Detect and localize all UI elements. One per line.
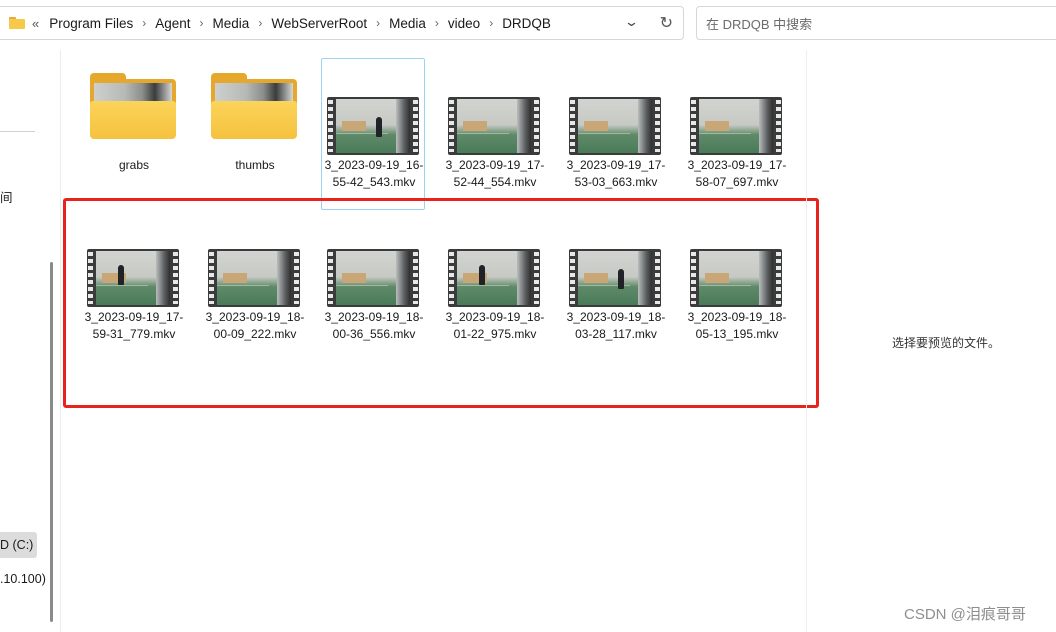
video-file-item[interactable]: 3_2023-09-19_18-05-13_195.mkv [684,210,788,362]
folder-item-grabs[interactable]: grabs [81,58,185,210]
folder-icon [211,71,297,139]
video-file-icon [690,97,782,155]
chevron-right-icon[interactable]: › [371,16,385,30]
video-file-item[interactable]: 3_2023-09-19_18-03-28_117.mkv [563,210,667,362]
video-file-icon [690,249,782,307]
folder-icon [90,71,176,139]
navigation-pane: 间 D (C:) .10.100) [0,50,61,632]
file-name: 3_2023-09-19_18-03-28_117.mkv [566,310,666,341]
nav-item[interactable]: 间 [0,187,13,206]
chevron-right-icon[interactable]: › [253,16,267,30]
watermark: CSDN @泪痕哥哥 [904,606,1026,623]
video-file-item[interactable]: 3_2023-09-19_16-55-42_543.mkv [321,58,425,210]
video-file-icon [327,97,419,155]
preview-message: 选择要预览的文件。 [892,336,1001,350]
divider [0,131,35,132]
toolbar: « Program Files › Agent › Media › WebSer… [0,0,1056,46]
nav-item-network[interactable]: .10.100) [0,572,46,586]
file-name: thumbs [235,158,275,172]
file-name: 3_2023-09-19_18-05-13_195.mkv [687,310,787,341]
file-name: 3_2023-09-19_17-52-44_554.mkv [445,158,545,189]
video-file-icon [327,249,419,307]
file-name: 3_2023-09-19_16-55-42_543.mkv [324,158,424,189]
breadcrumb: Program Files › Agent › Media › WebServe… [45,16,555,31]
video-file-item[interactable]: 3_2023-09-19_18-00-09_222.mkv [202,210,306,362]
chevron-down-icon[interactable]: ⌄ [624,14,639,30]
breadcrumb-item[interactable]: Media [385,16,430,31]
video-file-icon [87,249,179,307]
video-file-item[interactable]: 3_2023-09-19_17-59-31_779.mkv [81,210,185,362]
file-name: 3_2023-09-19_17-53-03_663.mkv [566,158,666,189]
address-bar[interactable]: « Program Files › Agent › Media › WebSer… [0,6,684,40]
video-file-item[interactable]: 3_2023-09-19_18-00-36_556.mkv [321,210,425,362]
chevron-right-icon[interactable]: › [137,16,151,30]
video-file-item[interactable]: 3_2023-09-19_18-01-22_975.mkv [442,210,546,362]
scrollbar[interactable] [50,262,53,622]
video-file-icon [208,249,300,307]
breadcrumb-item[interactable]: Program Files [45,16,137,31]
nav-item-c-drive[interactable]: D (C:) [0,532,38,558]
file-name: 3_2023-09-19_18-01-22_975.mkv [445,310,545,341]
file-explorer-window: « Program Files › Agent › Media › WebSer… [0,0,1056,632]
video-file-icon [448,249,540,307]
breadcrumb-item-current[interactable]: DRDQB [498,16,555,31]
video-file-icon [448,97,540,155]
search-box[interactable]: 在 DRDQB 中搜索 [696,6,1056,40]
breadcrumb-item[interactable]: WebServerRoot [267,16,371,31]
file-name: 3_2023-09-19_17-58-07_697.mkv [687,158,787,189]
file-name: grabs [118,158,150,172]
refresh-icon[interactable]: ↻ [660,13,673,33]
file-name: 3_2023-09-19_17-59-31_779.mkv [84,310,184,341]
breadcrumb-item[interactable]: video [444,16,484,31]
chevron-right-icon[interactable]: › [484,16,498,30]
search-input[interactable]: 在 DRDQB 中搜索 [706,14,812,33]
breadcrumb-item[interactable]: Agent [151,16,194,31]
breadcrumb-overflow-button[interactable]: « [32,16,39,31]
folder-item-thumbs[interactable]: thumbs [202,58,306,210]
video-file-item[interactable]: 3_2023-09-19_17-53-03_663.mkv [563,58,667,210]
file-name: 3_2023-09-19_18-00-36_556.mkv [324,310,424,341]
chevron-right-icon[interactable]: › [430,16,444,30]
video-file-icon [569,97,661,155]
video-file-item[interactable]: 3_2023-09-19_17-52-44_554.mkv [442,58,546,210]
folder-icon [9,17,25,29]
chevron-right-icon[interactable]: › [195,16,209,30]
file-name: 3_2023-09-19_18-00-09_222.mkv [205,310,305,341]
video-file-icon [569,249,661,307]
preview-pane: 选择要预览的文件。 [806,50,1056,632]
breadcrumb-item[interactable]: Media [209,16,254,31]
video-file-item[interactable]: 3_2023-09-19_17-58-07_697.mkv [684,58,788,210]
file-list: grabs thumbs 3_2023-09-19_16-55-42_543.m… [61,50,806,632]
